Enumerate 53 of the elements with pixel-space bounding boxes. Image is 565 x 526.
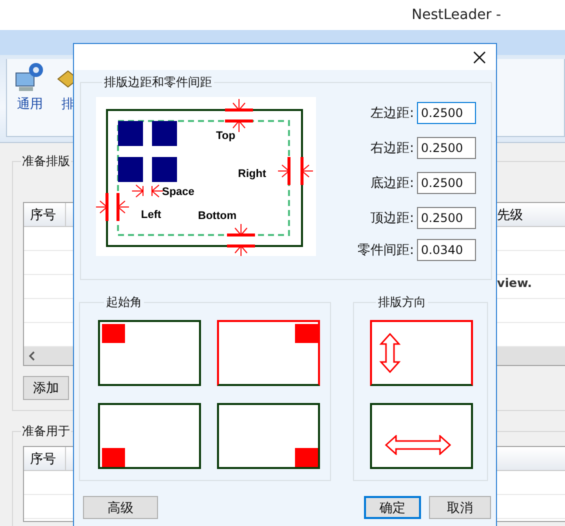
corner-marker (295, 324, 318, 343)
diagram-label: Bottom (198, 210, 236, 222)
table-note: view. (497, 276, 533, 292)
vertical-arrow-icon (379, 333, 401, 373)
margin-marker (225, 98, 253, 132)
part-square (118, 121, 143, 146)
corner-option[interactable] (98, 320, 201, 386)
dialog-button[interactable]: 确定 (364, 496, 421, 519)
input-field[interactable]: 0.2500 (417, 172, 476, 194)
dialog-button[interactable]: 取消 (429, 496, 491, 519)
diagram-label: Left (141, 209, 162, 221)
horizontal-arrow-icon (385, 435, 451, 455)
app-title: NestLeader - (412, 7, 501, 23)
field-label: 零件间距: (358, 242, 414, 259)
part-square (152, 157, 177, 182)
column-header[interactable]: 先级 (497, 206, 565, 224)
corner-marker (102, 448, 125, 467)
corner-marker (295, 448, 318, 467)
corner-option[interactable] (98, 403, 201, 469)
margin-marker (96, 193, 130, 221)
corner-option[interactable] (217, 320, 320, 386)
field-label: 底边距: (370, 174, 414, 192)
add-button[interactable]: 添加 (23, 376, 69, 400)
diagram-label: Right (238, 168, 266, 180)
gear-computer-icon (14, 61, 46, 93)
direction-option[interactable] (370, 403, 473, 469)
margin-marker (278, 157, 314, 185)
field-label: 左边距: (370, 104, 414, 122)
margin-marker (227, 224, 255, 256)
close-icon[interactable] (473, 50, 486, 64)
corner-option[interactable] (217, 403, 320, 469)
group-title: 排版边距和零件间距 (103, 74, 213, 91)
input-field[interactable]: 0.2500 (417, 102, 476, 124)
input-field[interactable]: 0.0340 (417, 239, 476, 261)
direction-option[interactable] (370, 320, 473, 386)
column-header[interactable]: 序号 (24, 447, 66, 470)
group-title: 排版方向 (377, 294, 427, 311)
input-field[interactable]: 0.2500 (417, 136, 476, 158)
diagram-label: Space (162, 186, 194, 198)
toolbar-button[interactable]: 通用 (13, 61, 47, 134)
margin-marker (132, 184, 164, 198)
group-title: 起始角 (105, 294, 143, 311)
group-title: 准备排版 (21, 153, 71, 170)
group-title: 准备用于 (21, 423, 71, 440)
field-label: 顶边距: (370, 210, 414, 226)
part-square (118, 157, 143, 182)
corner-marker (102, 324, 125, 343)
input-field[interactable]: 0.2500 (417, 206, 476, 228)
field-label: 右边距: (370, 140, 414, 156)
part-square (152, 121, 177, 146)
dialog-button[interactable]: 高级 (83, 496, 158, 519)
diagram-label: Top (216, 130, 236, 142)
column-header[interactable]: 序号 (24, 203, 66, 226)
